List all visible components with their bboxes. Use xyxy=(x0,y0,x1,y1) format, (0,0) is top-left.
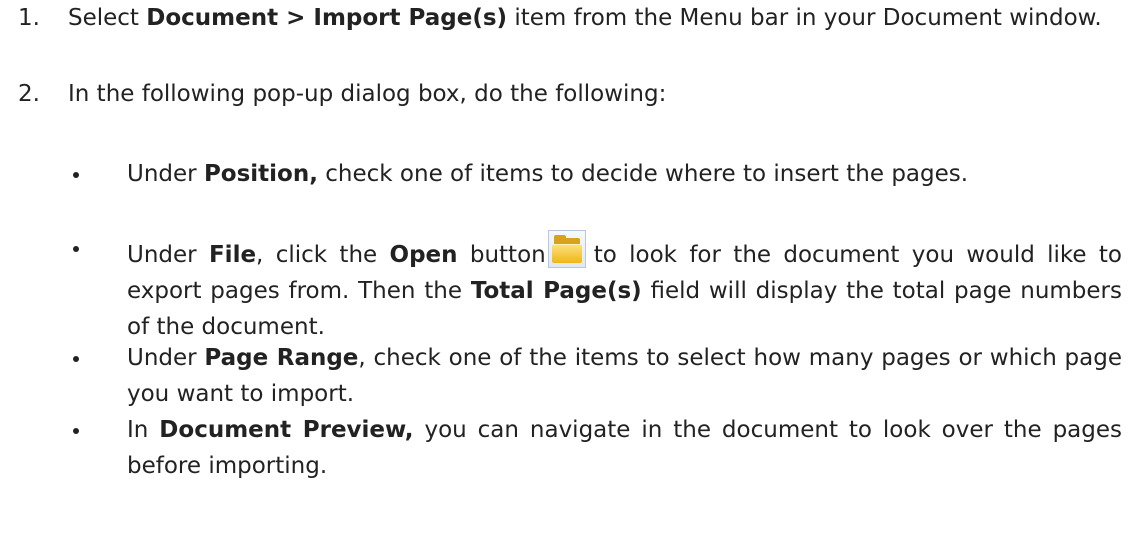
bullet-dot xyxy=(73,428,79,434)
menu-path: Document > Import Page(s) xyxy=(146,5,508,31)
step-number: 1. xyxy=(18,5,40,31)
open-folder-icon xyxy=(547,230,586,268)
bullet-text: Under File, click the Open button to look… xyxy=(127,230,1122,345)
bullet-dot xyxy=(73,172,79,178)
document-page: 1. Select Document > Import Page(s) item… xyxy=(0,0,1131,536)
bullet-text: In Document Preview, you can navigate in… xyxy=(127,417,1122,479)
step-text: Select Document > Import Page(s) item fr… xyxy=(68,5,1102,31)
step-1: 1. Select Document > Import Page(s) item… xyxy=(18,0,1113,36)
step-2: 2. In the following pop-up dialog box, do… xyxy=(18,76,1113,112)
bullet-dot xyxy=(73,246,79,252)
step-text: In the following pop-up dialog box, do t… xyxy=(68,81,667,107)
bullet-dot xyxy=(73,356,79,362)
step-number: 2. xyxy=(18,81,40,107)
bullet-text: Under Position, check one of items to de… xyxy=(127,161,969,187)
bullet-text: Under Page Range, check one of the items… xyxy=(127,345,1123,407)
